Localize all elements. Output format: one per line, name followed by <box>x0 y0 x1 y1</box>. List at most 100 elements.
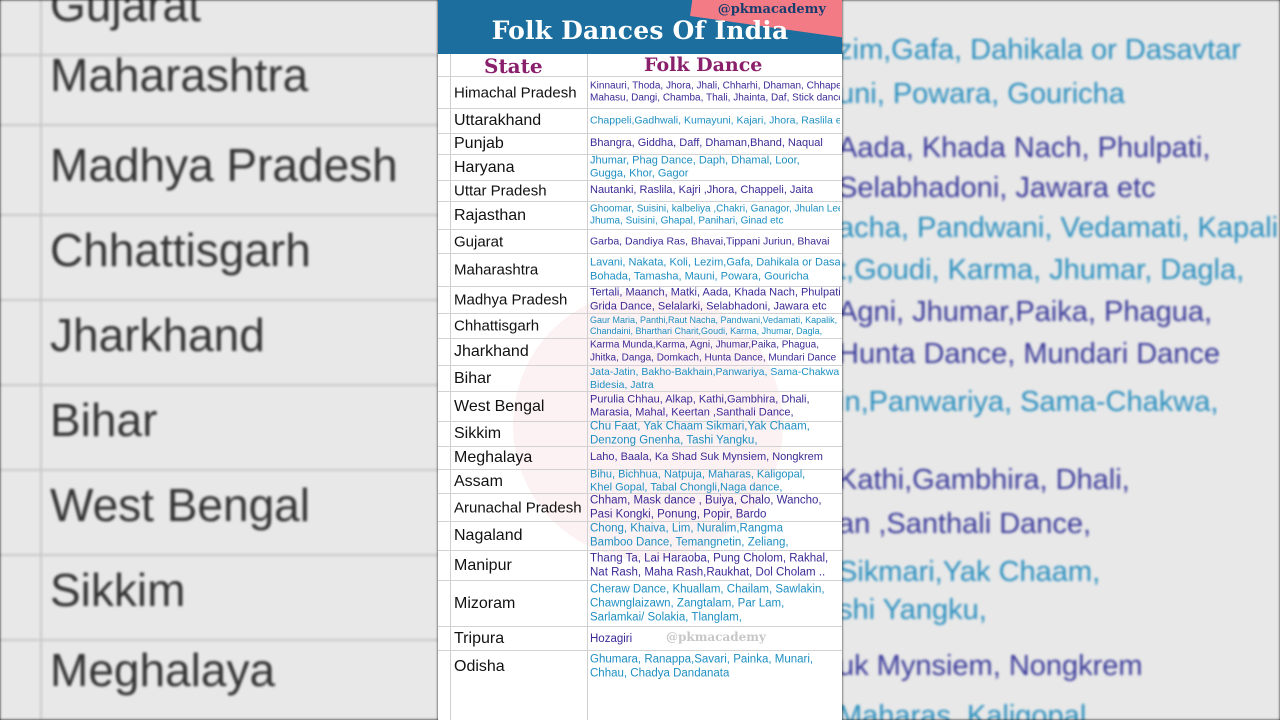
state-name: Rajasthan <box>454 206 527 224</box>
background-dance-text: Selabhadoni, Jawara etc <box>842 172 1156 204</box>
state-name: Mizoram <box>454 594 516 612</box>
folk-dance-list: Garba, Dandiya Ras, Bhavai,Tippani Juriu… <box>590 235 840 248</box>
folk-dance-line: Chham, Mask dance , Buiya, Chalo, Wancho… <box>590 494 822 507</box>
background-state-text: Maharashtra <box>0 40 438 126</box>
folk-dance-line: Chong, Khaiva, Lim, Nuralim,Rangma <box>590 522 784 535</box>
folk-dance-line: Chappeli,Gadhwali, Kumayuni, Kajari, Jho… <box>590 114 840 127</box>
folk-dance-line: Laho, Baala, Ka Shad Suk Mynsiem, Nongkr… <box>590 451 823 464</box>
state-name: Tripura <box>454 629 505 647</box>
watermark-text: @pkmacademy <box>666 630 766 644</box>
state-name: Uttar Pradesh <box>454 182 547 200</box>
background-state-text: Madhya Pradesh <box>0 130 438 216</box>
table-row: Madhya Pradesh Tertali, Maanch, Matki, Aa… <box>438 286 842 313</box>
background-dance-text: in,Panwariya, Sama-Chakwa, <box>842 386 1219 418</box>
folk-dance-line: Bohada, Tamasha, Mauni, Powara, Gouricha <box>590 270 809 282</box>
folk-dance-line: Cheraw Dance, Khuallam, Chailam, Sawlaki… <box>590 582 825 595</box>
folk-dance-list: Jhumar, Phag Dance, Daph, Dhamal, Loor, G… <box>590 154 840 182</box>
table-row: Bihar Jata-Jatin, Bakho-Bakhain,Panwariya… <box>438 365 842 391</box>
background-state-text: Meghalaya <box>0 635 438 720</box>
table-row: Assam Bihu, Bichhua, Natpuja, Maharas, Ka… <box>438 467 842 494</box>
table-row: Jharkhand Karma Munda,Karma, Agni, Jhumar… <box>438 338 842 365</box>
background-state-text: Jharkhand <box>0 300 438 386</box>
folk-dance-line: Grida Dance, Selalarki, Selabhadoni, Jaw… <box>590 300 827 312</box>
folk-dance-list: Chong, Khaiva, Lim, Nuralim,Rangma Bamboo… <box>590 522 840 551</box>
table-row: Chhattisgarh Gaur Maria, Panthi,Raut Nach… <box>438 313 842 338</box>
folk-dance-line: Bamboo Dance, Temangnetin, Zeliang, <box>590 537 789 549</box>
column-header-state: State <box>484 54 543 78</box>
folk-dance-list: Jata-Jatin, Bakho-Bakhain,Panwariya, Sam… <box>590 365 840 391</box>
folk-dance-list: Laho, Baala, Ka Shad Suk Mynsiem, Nongkr… <box>590 451 840 465</box>
table-row: Uttarakhand Chappeli,Gadhwali, Kumayuni, … <box>438 108 842 133</box>
folk-dance-list: Lavani, Nakata, Koli, Lezim,Gafa, Dahika… <box>590 256 840 284</box>
folk-dance-list: Bhangra, Giddha, Daff, Dhaman,Bhand, Naq… <box>590 137 840 151</box>
folk-dance-list: Tertali, Maanch, Matki, Aada, Khada Nach… <box>590 286 840 314</box>
background-dance-text: t,Goudi, Karma, Jhumar, Dagla, <box>842 254 1245 286</box>
folk-dance-line: Tertali, Maanch, Matki, Aada, Khada Nach… <box>590 286 840 299</box>
folk-dance-list: Cheraw Dance, Khuallam, Chailam, Sawlaki… <box>590 582 840 625</box>
table-row: West Bengal Purulia Chhau, Alkap, Kathi,G… <box>438 391 842 421</box>
folk-dance-line: Chawnglaizawn, Zangtalam, Par Lam, <box>590 597 785 610</box>
folk-dance-line: Bidesia, Jatra <box>590 378 654 391</box>
state-name: Jharkhand <box>454 343 529 360</box>
background-dance-text: uni, Powara, Gouricha <box>842 78 1125 110</box>
folk-dance-list: Ghumara, Ranappa,Savari, Painka, Munari,… <box>590 652 840 681</box>
folk-dance-line: Thang Ta, Lai Haraoba, Pung Cholom, Rakh… <box>590 552 829 565</box>
table-row: Arunachal Pradesh Chham, Mask dance , Bui… <box>438 493 842 521</box>
folk-dance-line: Chandaini, Bharthari Charit,Goudi, Karma… <box>590 326 823 336</box>
folk-dance-line: Garba, Dandiya Ras, Bhavai,Tippani Juriu… <box>590 234 830 247</box>
folk-dance-line: Pasi Kongki, Ponung, Popir, Bardo <box>590 508 767 521</box>
background-dance-text: Hunta Dance, Mundari Dance <box>842 338 1221 370</box>
background-state-text: West Bengal <box>0 470 438 556</box>
folk-dance-line: Bihu, Bichhua, Natpuja, Maharas, Kaligop… <box>590 467 806 480</box>
state-name: Arunachal Pradesh <box>454 499 582 516</box>
folk-dance-line: Bhangra, Giddha, Daff, Dhaman,Bhand, Naq… <box>590 137 823 150</box>
folk-dance-list: Karma Munda,Karma, Agni, Jhumar,Paika, P… <box>590 340 840 365</box>
background-dance-text: Maharas, Kaligopal, <box>842 700 1095 720</box>
table-row: Himachal Pradesh Kinnauri, Thoda, Jhora, … <box>438 76 842 108</box>
table-row: Rajasthan Ghoomar, Suisini, kalbeliya ,Ch… <box>438 201 842 229</box>
folk-dance-line: Chhau, Chadya Dandanata <box>590 667 730 680</box>
folk-dance-line: Chu Faat, Yak Chaam Sikmari,Yak Chaam, <box>590 420 810 433</box>
folk-dance-list: Nautanki, Raslila, Kajri ,Jhora, Chappel… <box>590 184 840 198</box>
folk-dance-line: Jhitka, Danga, Domkach, Hunta Dance, Mun… <box>590 352 837 363</box>
table-row: Mizoram Cheraw Dance, Khuallam, Chailam, … <box>438 580 842 626</box>
background-dance-text: acha, Pandwani, Vedamati, Kapalik, <box>842 212 1280 244</box>
table-row: Meghalaya Laho, Baala, Ka Shad Suk Mynsie… <box>438 446 842 469</box>
table-row: Uttar Pradesh Nautanki, Raslila, Kajri ,J… <box>438 180 842 201</box>
folk-dance-list: Ghoomar, Suisini, kalbeliya ,Chakri, Gan… <box>590 203 840 228</box>
state-name: Himachal Pradesh <box>454 84 577 101</box>
folk-dance-line: Kinnauri, Thoda, Jhora, Jhali, Chharhi, … <box>590 80 840 91</box>
state-name: Manipur <box>454 556 512 574</box>
folk-dance-line: Ghoomar, Suisini, kalbeliya ,Chakri, Gan… <box>590 203 840 214</box>
background-state-text: Sikkim <box>0 555 438 641</box>
background-state-text: Chhattisgarh <box>0 215 438 301</box>
folk-dance-line: Mahasu, Dangi, Chamba, Thali, Jhainta, D… <box>590 92 840 104</box>
folk-dance-list: Chu Faat, Yak Chaam Sikmari,Yak Chaam, De… <box>590 420 840 449</box>
folk-dance-line: Lavani, Nakata, Koli, Lezim,Gafa, Dahika… <box>590 256 840 269</box>
state-name: Maharashtra <box>454 261 539 279</box>
folk-dance-line: Nautanki, Raslila, Kajri ,Jhora, Chappel… <box>590 184 814 197</box>
state-name: Meghalaya <box>454 449 533 466</box>
state-name: Bihar <box>454 369 492 387</box>
folk-dance-list: Thang Ta, Lai Haraoba, Pung Cholom, Rakh… <box>590 551 840 580</box>
table-row: Maharashtra Lavani, Nakata, Koli, Lezim,G… <box>438 253 842 286</box>
table-row: Punjab Bhangra, Giddha, Daff, Dhaman,Bhan… <box>438 133 842 154</box>
table-row: Sikkim Chu Faat, Yak Chaam Sikmari,Yak Ch… <box>438 420 842 449</box>
state-name: Sikkim <box>454 425 502 442</box>
column-header-folk-dance: Folk Dance <box>644 54 763 76</box>
table-row: Haryana Jhumar, Phag Dance, Daph, Dhamal,… <box>438 154 842 180</box>
table-row: Manipur Thang Ta, Lai Haraoba, Pung Cholo… <box>438 550 842 580</box>
state-name: Madhya Pradesh <box>454 291 568 309</box>
folk-dance-line: Marasia, Mahal, Keertan ,Santhali Dance, <box>590 406 794 419</box>
folk-dance-line: Jata-Jatin, Bakho-Bakhain,Panwariya, Sam… <box>590 365 840 378</box>
background-dance-text: uk Mynsiem, Nongkrem <box>842 650 1143 682</box>
state-name: Gujarat <box>454 233 504 250</box>
background-dance-text: Aada, Khada Nach, Phulpati, <box>842 132 1211 164</box>
state-name: Nagaland <box>454 527 523 544</box>
table-row: Gujarat Garba, Dandiya Ras, Bhavai,Tippan… <box>438 229 842 253</box>
background-dance-text: an ,Santhali Dance, <box>842 508 1092 540</box>
state-name: Odisha <box>454 657 505 675</box>
folk-dance-line: Purulia Chhau, Alkap, Kathi,Gambhira, Dh… <box>590 392 810 405</box>
folk-dance-line: Karma Munda,Karma, Agni, Jhumar,Paika, P… <box>590 339 820 351</box>
background-dance-text: zim,Gafa, Dahikala or Dasavtar <box>842 34 1241 66</box>
